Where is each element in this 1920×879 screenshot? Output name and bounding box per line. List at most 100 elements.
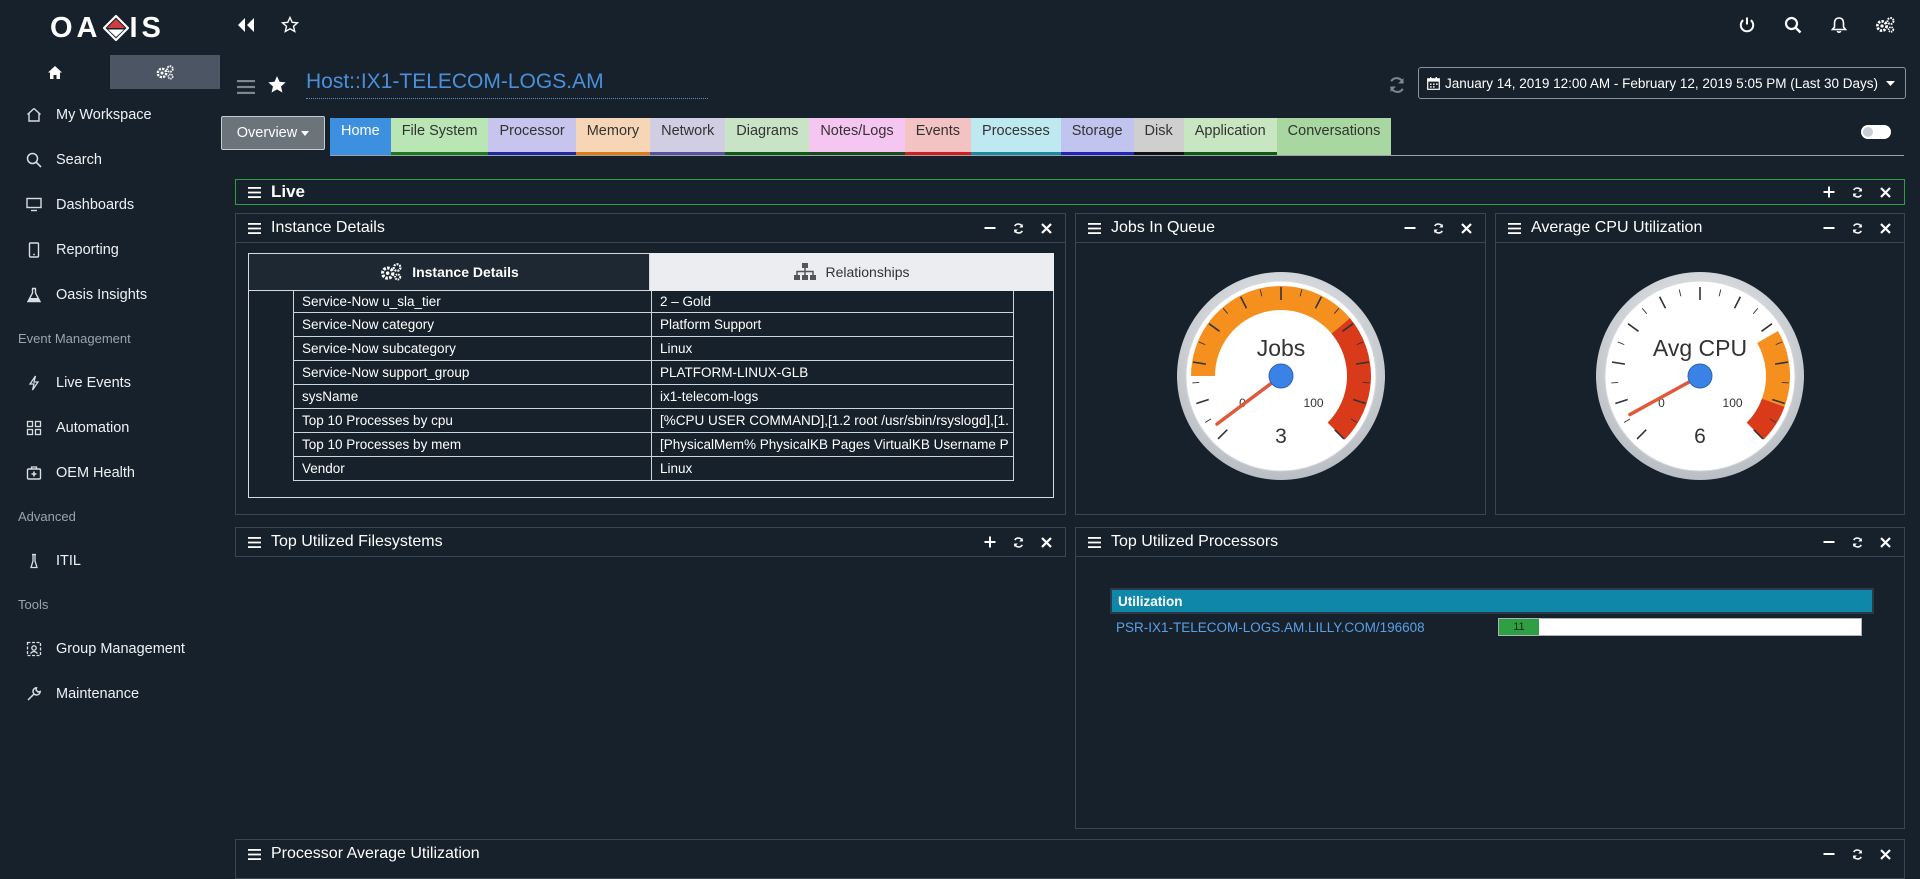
row-value: Platform Support xyxy=(651,312,1014,337)
add-widget-button[interactable] xyxy=(1822,185,1836,199)
favorite-page-button[interactable] xyxy=(266,74,288,96)
row-value: PLATFORM-LINUX-GLB xyxy=(651,360,1014,385)
sidebar-tab-settings[interactable] xyxy=(110,55,220,89)
tab-processor[interactable]: Processor xyxy=(488,118,576,156)
tab-notes-logs[interactable]: Notes/Logs xyxy=(809,118,905,156)
close-button[interactable] xyxy=(1878,535,1892,549)
panel-title: Processor Average Utilization xyxy=(271,845,480,862)
table-row: Service-Now category Platform Support xyxy=(293,312,1014,337)
tab-application[interactable]: Application xyxy=(1183,118,1277,156)
tab-disk[interactable]: Disk xyxy=(1133,118,1184,156)
minimize-button[interactable] xyxy=(1822,847,1836,861)
sidebar-item-label: ITIL xyxy=(56,552,81,569)
tab-network[interactable]: Network xyxy=(650,118,726,156)
favorites-button[interactable] xyxy=(279,14,301,36)
notifications-button[interactable] xyxy=(1828,14,1850,36)
close-icon xyxy=(1040,222,1052,234)
tab-relationships[interactable]: Relationships xyxy=(650,253,1054,291)
refresh-button[interactable] xyxy=(1011,221,1025,235)
refresh-button[interactable] xyxy=(1850,221,1864,235)
refresh-button[interactable] xyxy=(1850,847,1864,861)
row-key: Service-Now subcategory xyxy=(293,336,652,361)
row-key: Service-Now u_sla_tier xyxy=(293,291,652,313)
date-range-picker[interactable]: January 14, 2019 12:00 AM - February 12,… xyxy=(1418,67,1906,99)
processor-link[interactable]: PSR-IX1-TELECOM-LOGS.AM.LILLY.COM/196608 xyxy=(1110,620,1498,635)
oasis-logo[interactable]: OA IS xyxy=(50,12,165,44)
power-button[interactable] xyxy=(1736,14,1758,36)
sidebar-item-my-workspace[interactable]: My Workspace xyxy=(0,92,220,137)
sidebar-item-oasis-insights[interactable]: Oasis Insights xyxy=(0,272,220,317)
hamburger-icon[interactable] xyxy=(248,848,261,860)
hamburger-icon[interactable] xyxy=(1508,222,1521,234)
grid-icon xyxy=(26,420,42,435)
overview-label: Overview xyxy=(236,125,298,141)
hamburger-icon[interactable] xyxy=(248,222,261,234)
collapse-sidebar-button[interactable] xyxy=(235,14,257,36)
tab-home[interactable]: Home xyxy=(330,118,391,156)
tab-diagrams[interactable]: Diagrams xyxy=(725,118,810,156)
sidebar-item-itil[interactable]: ITIL xyxy=(0,538,220,583)
sidebar-item-live-events[interactable]: Live Events xyxy=(0,360,220,405)
search-button[interactable] xyxy=(1782,14,1804,36)
tab-conversations[interactable]: Conversations xyxy=(1276,118,1392,156)
expand-button[interactable] xyxy=(983,535,997,549)
gauge-tick xyxy=(1191,381,1199,384)
sidebar-item-dashboards[interactable]: Dashboards xyxy=(0,182,220,227)
gauge-label: Jobs xyxy=(1256,335,1305,361)
hamburger-icon[interactable] xyxy=(1088,222,1101,234)
tab-label: Relationships xyxy=(825,264,910,280)
close-button[interactable] xyxy=(1039,221,1053,235)
hamburger-icon[interactable] xyxy=(1088,536,1101,548)
tab-instance-details[interactable]: Instance Details xyxy=(248,253,650,291)
close-button[interactable] xyxy=(1878,221,1892,235)
sidebar-item-maintenance[interactable]: Maintenance xyxy=(0,671,220,716)
view-toggle-switch[interactable] xyxy=(1861,125,1891,139)
close-button[interactable] xyxy=(1039,535,1053,549)
sidebar-item-oem-health[interactable]: OEM Health xyxy=(0,450,220,495)
tab-processes[interactable]: Processes xyxy=(971,118,1061,156)
sidebar-item-automation[interactable]: Automation xyxy=(0,405,220,450)
refresh-live-button[interactable] xyxy=(1850,185,1864,199)
tab-file-system[interactable]: File System xyxy=(390,118,489,156)
close-button[interactable] xyxy=(1878,847,1892,861)
calendar-icon xyxy=(1427,76,1440,90)
tab-label: Home xyxy=(341,123,380,139)
hamburger-icon[interactable] xyxy=(248,186,261,198)
close-button[interactable] xyxy=(1459,221,1473,235)
refresh-button[interactable] xyxy=(1850,535,1864,549)
star-outline-icon xyxy=(281,16,299,33)
close-live-button[interactable] xyxy=(1878,185,1892,199)
gauge-hub xyxy=(1687,363,1713,389)
sidebar-item-search[interactable]: Search xyxy=(0,137,220,182)
hamburger-icon[interactable] xyxy=(248,536,261,548)
refresh-button[interactable] xyxy=(1431,221,1445,235)
minimize-button[interactable] xyxy=(1822,535,1836,549)
sitemap-icon xyxy=(794,263,817,280)
hamburger-icon xyxy=(237,80,255,94)
page-menu-button[interactable] xyxy=(235,76,257,98)
group-icon xyxy=(26,641,42,656)
close-icon xyxy=(1040,536,1052,548)
sidebar-tab-home[interactable] xyxy=(0,55,110,89)
sidebar-item-group-management[interactable]: Group Management xyxy=(0,626,220,671)
sidebar-item-reporting[interactable]: Reporting xyxy=(0,227,220,272)
tab-events[interactable]: Events xyxy=(904,118,972,156)
table-row: Service-Now subcategory Linux xyxy=(293,336,1014,361)
refresh-button[interactable] xyxy=(1011,535,1025,549)
overview-dropdown[interactable]: Overview xyxy=(221,116,325,150)
refresh-page-button[interactable] xyxy=(1386,74,1408,96)
gauge-tick xyxy=(1611,381,1619,384)
processor-average-panel: Processor Average Utilization xyxy=(235,839,1905,879)
row-key: sysName xyxy=(293,384,652,409)
refresh-icon xyxy=(1013,222,1023,234)
minimize-button[interactable] xyxy=(1822,221,1836,235)
home-icon xyxy=(27,107,41,122)
minimize-button[interactable] xyxy=(983,221,997,235)
tab-storage[interactable]: Storage xyxy=(1060,118,1134,156)
page-title[interactable]: Host::IX1-TELECOM-LOGS.AM xyxy=(306,70,708,99)
settings-button[interactable] xyxy=(1874,14,1896,36)
minimize-button[interactable] xyxy=(1403,221,1417,235)
table-header: Utilization xyxy=(1110,588,1874,614)
jobs-in-queue-panel: Jobs In Queue Jobs 0 100 3 xyxy=(1075,213,1486,515)
tab-memory[interactable]: Memory xyxy=(575,118,651,156)
